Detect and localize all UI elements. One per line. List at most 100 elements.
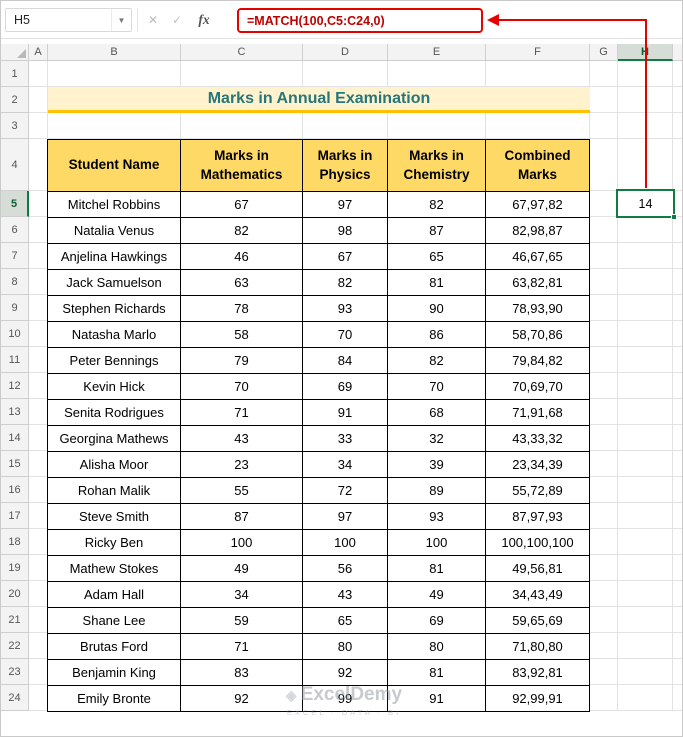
table-cell[interactable]: Steve Smith [48, 504, 181, 530]
cell-H16[interactable] [618, 477, 673, 503]
cell-A13[interactable] [29, 399, 48, 425]
row-header-6[interactable]: 6 [1, 217, 29, 243]
cell-G12[interactable] [590, 373, 618, 399]
insert-function-icon[interactable]: fx [193, 8, 215, 32]
table-cell[interactable]: Shane Lee [48, 608, 181, 634]
cell-H21[interactable] [618, 607, 673, 633]
table-cell[interactable]: 92,99,91 [486, 686, 590, 712]
row-header-15[interactable]: 15 [1, 451, 29, 477]
table-cell[interactable]: 49 [181, 556, 303, 582]
cell-A14[interactable] [29, 425, 48, 451]
cell-G18[interactable] [590, 529, 618, 555]
cell-A24[interactable] [29, 685, 48, 711]
table-cell[interactable]: Adam Hall [48, 582, 181, 608]
table-cell[interactable]: 34 [181, 582, 303, 608]
table-cell[interactable]: 91 [303, 400, 388, 426]
column-header-B[interactable]: B [48, 44, 181, 61]
table-cell[interactable]: 43 [181, 426, 303, 452]
cell-A22[interactable] [29, 633, 48, 659]
cell-H23[interactable] [618, 659, 673, 685]
cell-G2[interactable] [590, 87, 618, 113]
table-cell[interactable]: Mathew Stokes [48, 556, 181, 582]
table-cell[interactable]: 49 [388, 582, 486, 608]
cell-A7[interactable] [29, 243, 48, 269]
cell-A3[interactable] [29, 113, 48, 139]
cell-H6[interactable] [618, 217, 673, 243]
table-cell[interactable]: 82 [181, 218, 303, 244]
cell-H20[interactable] [618, 581, 673, 607]
table-cell[interactable]: 23,34,39 [486, 452, 590, 478]
table-cell[interactable]: 46 [181, 244, 303, 270]
cell-G19[interactable] [590, 555, 618, 581]
table-header-cell[interactable]: Marks in Mathematics [181, 140, 303, 192]
table-cell[interactable]: 98 [303, 218, 388, 244]
cell-G21[interactable] [590, 607, 618, 633]
cell-G6[interactable] [590, 217, 618, 243]
table-cell[interactable]: 83 [181, 660, 303, 686]
table-cell[interactable]: 81 [388, 556, 486, 582]
cell-H4[interactable] [618, 139, 673, 191]
row-header-24[interactable]: 24 [1, 685, 29, 711]
table-cell[interactable]: 65 [388, 244, 486, 270]
cell-D1[interactable] [303, 61, 388, 87]
row-header-23[interactable]: 23 [1, 659, 29, 685]
table-cell[interactable]: 71 [181, 400, 303, 426]
cell-A1[interactable] [29, 61, 48, 87]
table-cell[interactable]: 82 [303, 270, 388, 296]
selected-cell-H5[interactable]: 14 [616, 189, 677, 220]
cell-H24[interactable] [618, 685, 673, 711]
cell-H13[interactable] [618, 399, 673, 425]
cell-A11[interactable] [29, 347, 48, 373]
row-header-13[interactable]: 13 [1, 399, 29, 425]
table-cell[interactable]: 100,100,100 [486, 530, 590, 556]
row-header-10[interactable]: 10 [1, 321, 29, 347]
table-cell[interactable]: 100 [388, 530, 486, 556]
fill-handle[interactable] [671, 214, 677, 220]
cell-H18[interactable] [618, 529, 673, 555]
table-cell[interactable]: Stephen Richards [48, 296, 181, 322]
table-cell[interactable]: 65 [303, 608, 388, 634]
table-cell[interactable]: 71,80,80 [486, 634, 590, 660]
cancel-icon[interactable]: ✕ [142, 8, 164, 32]
table-cell[interactable]: 82 [388, 348, 486, 374]
title-cell[interactable]: Marks in Annual Examination [48, 87, 590, 113]
table-cell[interactable]: Alisha Moor [48, 452, 181, 478]
table-cell[interactable]: Peter Bennings [48, 348, 181, 374]
column-header-D[interactable]: D [303, 44, 388, 61]
table-cell[interactable]: Ricky Ben [48, 530, 181, 556]
table-cell[interactable]: 87,97,93 [486, 504, 590, 530]
table-cell[interactable]: 43 [303, 582, 388, 608]
table-cell[interactable]: 78,93,90 [486, 296, 590, 322]
table-cell[interactable]: 67 [181, 192, 303, 218]
table-cell[interactable]: 55 [181, 478, 303, 504]
name-box-dropdown-icon[interactable]: ▼ [111, 9, 131, 31]
cell-F3[interactable] [486, 113, 590, 139]
table-cell[interactable]: 80 [388, 634, 486, 660]
cell-H22[interactable] [618, 633, 673, 659]
cell-A21[interactable] [29, 607, 48, 633]
table-cell[interactable]: 59 [181, 608, 303, 634]
table-cell[interactable]: 72 [303, 478, 388, 504]
cell-G23[interactable] [590, 659, 618, 685]
row-header-11[interactable]: 11 [1, 347, 29, 373]
table-cell[interactable]: Brutas Ford [48, 634, 181, 660]
cell-A10[interactable] [29, 321, 48, 347]
select-all-corner[interactable] [1, 44, 29, 61]
formula-input[interactable]: =MATCH(100,C5:C24,0) [237, 8, 483, 33]
table-header-cell[interactable]: Marks in Chemistry [388, 140, 486, 192]
cell-A4[interactable] [29, 139, 48, 191]
column-header-E[interactable]: E [388, 44, 486, 61]
table-cell[interactable]: 97 [303, 192, 388, 218]
cell-A18[interactable] [29, 529, 48, 555]
table-cell[interactable]: Mitchel Robbins [48, 192, 181, 218]
table-cell[interactable]: 70 [303, 322, 388, 348]
cell-A20[interactable] [29, 581, 48, 607]
table-cell[interactable]: 32 [388, 426, 486, 452]
table-header-cell[interactable]: Student Name [48, 140, 181, 192]
table-cell[interactable]: 83,92,81 [486, 660, 590, 686]
table-cell[interactable]: Jack Samuelson [48, 270, 181, 296]
table-cell[interactable]: 34 [303, 452, 388, 478]
cell-B3[interactable] [48, 113, 181, 139]
row-header-12[interactable]: 12 [1, 373, 29, 399]
table-cell[interactable]: 79 [181, 348, 303, 374]
